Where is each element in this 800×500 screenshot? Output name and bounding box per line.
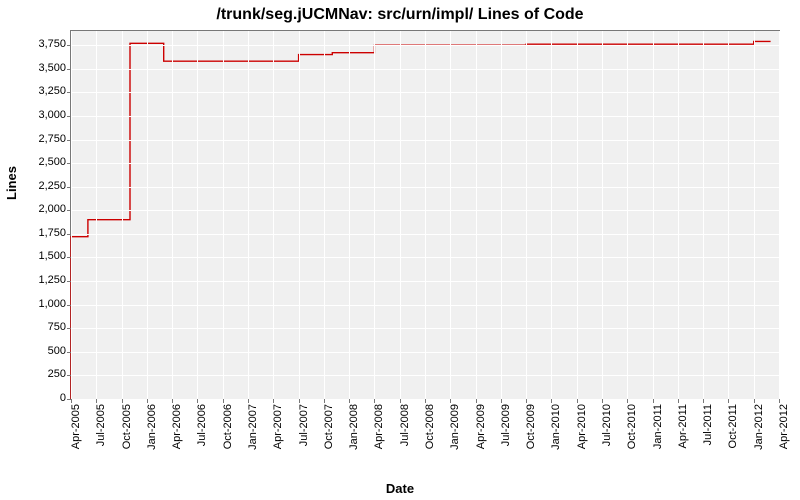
x-tick-label: Apr-2010	[576, 404, 588, 474]
x-tick-label: Apr-2008	[373, 404, 385, 474]
y-tick-label: 3,250	[6, 85, 66, 97]
y-tick-label: 1,750	[6, 227, 66, 239]
x-tick-label: Jul-2007	[298, 404, 310, 474]
x-tick-label: Oct-2008	[424, 404, 436, 474]
chart-container: /trunk/seg.jUCMNav: src/urn/impl/ Lines …	[0, 0, 800, 500]
x-tick-label: Apr-2009	[475, 404, 487, 474]
x-tick-label: Apr-2007	[272, 404, 284, 474]
y-tick-label: 250	[6, 368, 66, 380]
x-tick-label: Jan-2011	[652, 404, 664, 474]
y-tick-label: 3,500	[6, 62, 66, 74]
x-tick-label: Jul-2006	[196, 404, 208, 474]
x-tick-label: Apr-2006	[171, 404, 183, 474]
x-tick-label: Jul-2010	[601, 404, 613, 474]
y-tick-label: 1,250	[6, 274, 66, 286]
x-tick-label: Oct-2009	[525, 404, 537, 474]
y-tick-label: 1,500	[6, 250, 66, 262]
y-tick-label: 750	[6, 321, 66, 333]
x-tick-label: Apr-2012	[778, 404, 790, 474]
x-tick-label: Oct-2007	[323, 404, 335, 474]
y-tick-label: 3,750	[6, 38, 66, 50]
x-tick-label: Oct-2006	[222, 404, 234, 474]
y-tick-label: 2,250	[6, 180, 66, 192]
y-tick-label: 500	[6, 345, 66, 357]
chart-title: /trunk/seg.jUCMNav: src/urn/impl/ Lines …	[0, 6, 800, 24]
x-tick-label: Jan-2006	[146, 404, 158, 474]
x-tick-label: Jul-2009	[500, 404, 512, 474]
x-tick-label: Jan-2007	[247, 404, 259, 474]
y-tick-label: 3,000	[6, 109, 66, 121]
x-tick-label: Oct-2010	[626, 404, 638, 474]
x-tick-label: Jan-2009	[449, 404, 461, 474]
x-tick-label: Apr-2005	[70, 404, 82, 474]
x-tick-label: Jan-2010	[550, 404, 562, 474]
x-tick-label: Jul-2005	[95, 404, 107, 474]
x-tick-label: Oct-2011	[727, 404, 739, 474]
x-tick-label: Jan-2012	[753, 404, 765, 474]
plot-area	[70, 30, 780, 400]
y-tick-label: 0	[6, 392, 66, 404]
x-tick-label: Jul-2011	[702, 404, 714, 474]
y-tick-label: 2,500	[6, 156, 66, 168]
x-tick-label: Jan-2008	[348, 404, 360, 474]
x-tick-label: Apr-2011	[677, 404, 689, 474]
y-tick-label: 2,750	[6, 133, 66, 145]
y-tick-label: 1,000	[6, 298, 66, 310]
x-axis-label: Date	[0, 481, 800, 496]
x-tick-label: Jul-2008	[399, 404, 411, 474]
x-tick-label: Oct-2005	[121, 404, 133, 474]
y-tick-label: 2,000	[6, 203, 66, 215]
